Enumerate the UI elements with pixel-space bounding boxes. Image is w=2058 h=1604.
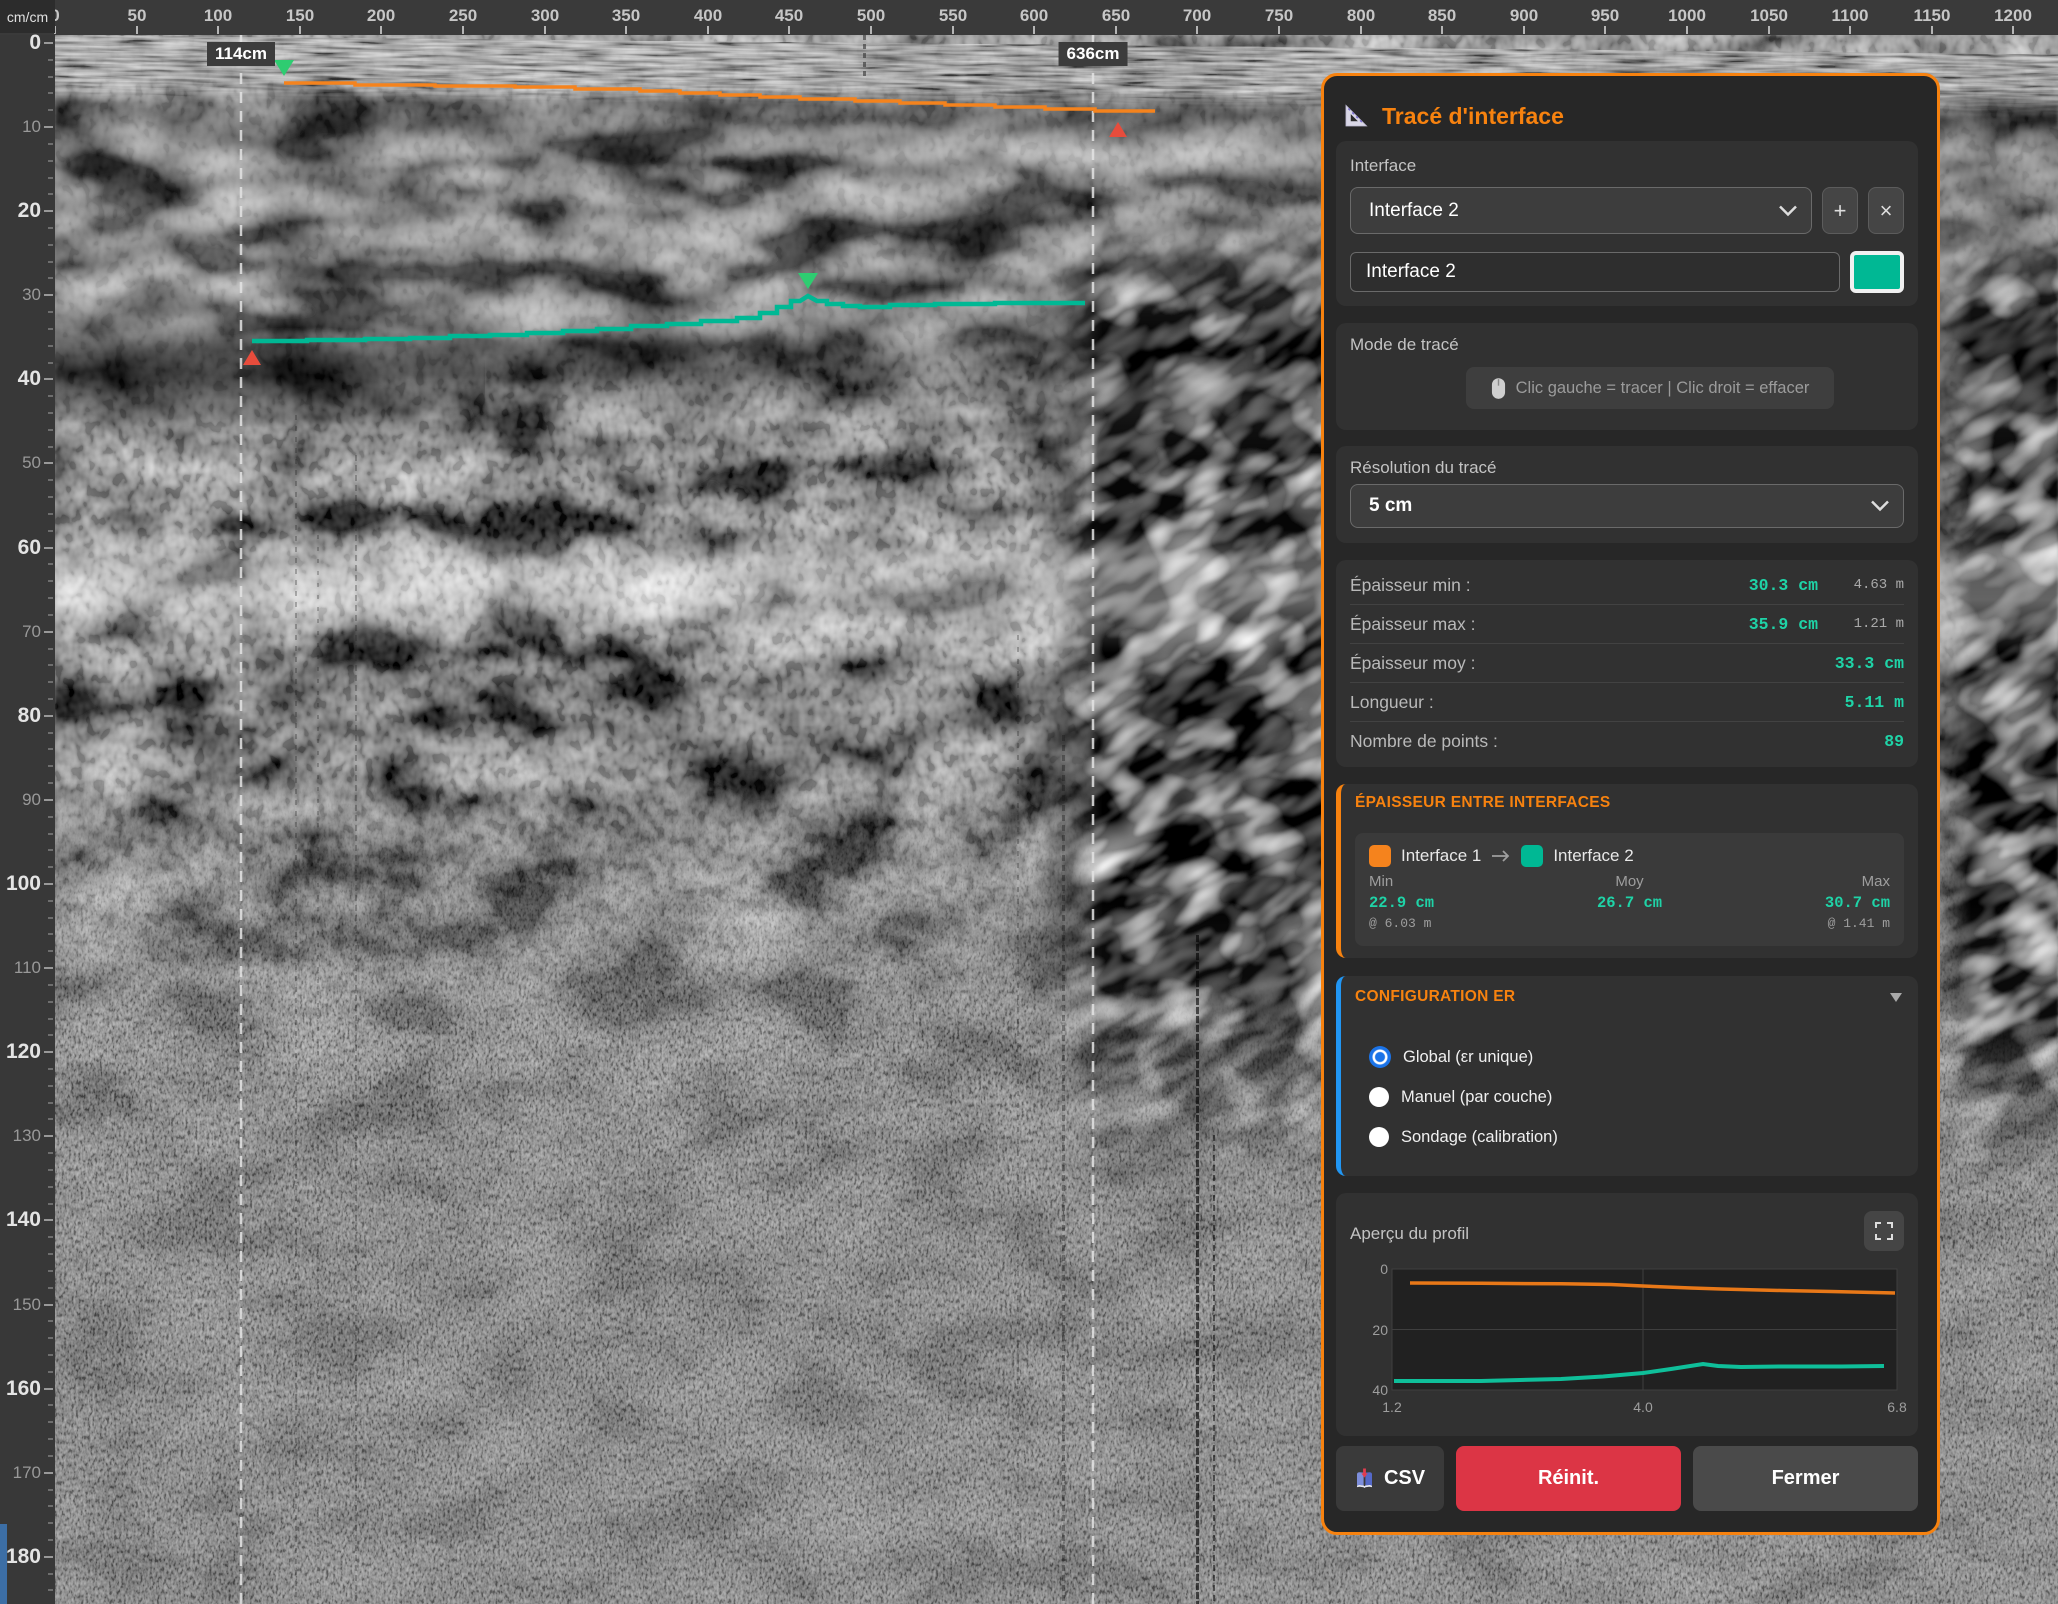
svg-text:20: 20 bbox=[1372, 1322, 1388, 1338]
svg-text:6.8: 6.8 bbox=[1887, 1399, 1907, 1415]
svg-text:1.2: 1.2 bbox=[1382, 1399, 1402, 1415]
svg-text:0: 0 bbox=[1380, 1261, 1388, 1277]
svg-text:4.0: 4.0 bbox=[1633, 1399, 1653, 1415]
svg-text:40: 40 bbox=[1372, 1382, 1388, 1398]
